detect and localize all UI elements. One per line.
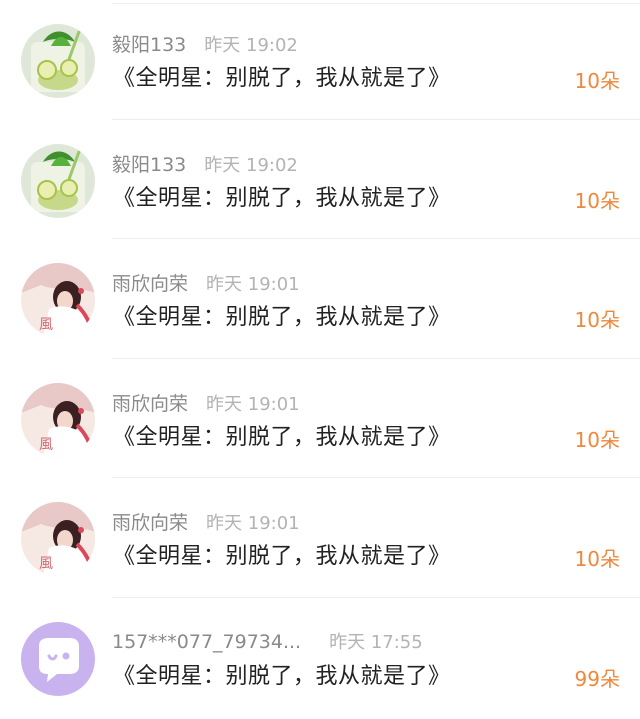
list-item[interactable]: 毅阳133 昨天 19:02 《全明星：别脱了，我从就是了》 10朵	[0, 120, 640, 239]
flower-count: 10朵	[574, 427, 620, 452]
svg-text:風: 風	[39, 317, 53, 333]
timestamp: 昨天 19:01	[206, 274, 300, 295]
list-item[interactable]: 風 雨欣向荣 昨天 19:01 《全明星：别脱了，我从就是了》 10朵	[0, 359, 640, 478]
gift-message: 《全明星：别脱了，我从就是了》	[113, 66, 451, 91]
flower-count: 10朵	[574, 69, 620, 93]
gift-message: 《全明星：别脱了，我从就是了》	[113, 424, 451, 450]
gift-message: 《全明星：别脱了，我从就是了》	[113, 305, 451, 330]
drink-avatar[interactable]	[21, 24, 95, 98]
username[interactable]: 毅阳133	[112, 34, 186, 56]
timestamp: 昨天 17:55	[329, 631, 423, 653]
list-item[interactable]: 157***077_79734... 昨天 17:55 《全明星：别脱了，我从就是…	[0, 598, 640, 718]
timestamp: 昨天 19:01	[206, 393, 300, 415]
svg-text:風: 風	[39, 437, 53, 453]
timestamp: 昨天 19:01	[206, 513, 300, 534]
flower-count: 10朵	[574, 188, 620, 213]
gift-message: 《全明星：别脱了，我从就是了》	[113, 185, 451, 211]
portrait-avatar[interactable]: 風	[21, 263, 95, 337]
gift-list: 毅阳133 昨天 19:02 《全明星：别脱了，我从就是了》 10朵 毅阳133 昨…	[0, 0, 640, 719]
list-item[interactable]: 毅阳133 昨天 19:02 《全明星：别脱了，我从就是了》 10朵	[0, 0, 640, 120]
list-item[interactable]: 風 雨欣向荣 昨天 19:01 《全明星：别脱了，我从就是了》 10朵	[0, 478, 640, 598]
username[interactable]: 雨欣向荣	[112, 512, 188, 534]
flower-count: 99朵	[574, 666, 620, 691]
username[interactable]: 157***077_79734...	[112, 631, 301, 653]
gift-message: 《全明星：别脱了，我从就是了》	[113, 544, 451, 569]
list-item[interactable]: 風 雨欣向荣 昨天 19:01 《全明星：别脱了，我从就是了》 10朵	[0, 239, 640, 359]
portrait-avatar[interactable]: 風	[21, 382, 95, 457]
default-chat-avatar[interactable]	[21, 621, 95, 696]
timestamp: 昨天 19:02	[204, 35, 298, 56]
flower-count: 10朵	[574, 547, 620, 571]
portrait-avatar[interactable]: 風	[21, 502, 95, 576]
timestamp: 昨天 19:02	[204, 154, 298, 176]
username[interactable]: 雨欣向荣	[112, 273, 188, 295]
drink-avatar[interactable]	[21, 143, 95, 218]
svg-text:風: 風	[39, 556, 53, 572]
username[interactable]: 毅阳133	[112, 154, 186, 176]
gift-message: 《全明星：别脱了，我从就是了》	[113, 663, 451, 689]
username[interactable]: 雨欣向荣	[112, 393, 188, 415]
flower-count: 10朵	[574, 308, 620, 332]
